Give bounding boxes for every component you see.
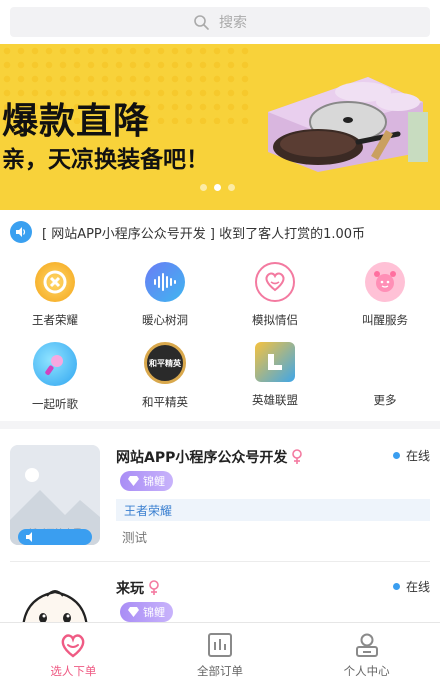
online-text: 在线: [405, 449, 430, 463]
speaker-icon: [26, 532, 32, 542]
promo-banner[interactable]: 爆款直降 亲，天凉换装备吧！: [0, 44, 440, 210]
hpjy-icon-text: 和平精英: [149, 358, 181, 368]
level-badge: 锦鲤: [120, 471, 173, 491]
avatar: [10, 578, 100, 622]
slide-dot[interactable]: [228, 184, 235, 191]
section-divider: [0, 421, 440, 429]
microphone-icon: [33, 342, 77, 386]
listing-card[interactable]: 来玩 在线 锦鲤: [0, 562, 440, 622]
online-dot: [392, 583, 400, 590]
speaker-icon: [10, 221, 32, 243]
banner-pagination: [200, 184, 235, 191]
category-lol[interactable]: 英雄联盟: [220, 336, 330, 416]
banner-title: 爆款直降: [2, 101, 151, 142]
alarm-icon: [365, 262, 405, 302]
listing-desc: 测试: [122, 530, 148, 545]
profile-icon: [355, 633, 378, 657]
female-icon: [292, 449, 303, 464]
banner-subtitle: 亲，天凉换装备吧！: [2, 147, 209, 173]
category-hpjy[interactable]: 和平精英 和平精英: [110, 336, 220, 416]
hpjy-icon: 和平精英: [144, 342, 186, 384]
category-label: 更多: [373, 393, 397, 407]
category-label: 暖心树洞: [142, 313, 188, 327]
wzry-icon: [35, 262, 75, 302]
category-wzry[interactable]: 王者荣耀: [0, 256, 110, 336]
online-text: 在线: [405, 580, 430, 594]
bedding-cookware-image: [268, 77, 428, 172]
orders-icon: [208, 633, 232, 657]
category-label: 王者荣耀: [32, 313, 78, 327]
category-couple[interactable]: 模拟情侣: [220, 256, 330, 336]
listing-card[interactable]: 暂时无法查看 网站APP小程序公众号开发 在线 锦鲤 王者荣耀 测试: [0, 429, 440, 561]
tab-label: 全部订单: [197, 664, 243, 678]
listing-name-text: 来玩: [116, 581, 144, 597]
couple-heart-icon: [255, 262, 295, 302]
badge-text: 锦鲤: [143, 606, 165, 619]
category-label: 和平精英: [142, 395, 188, 409]
category-tree-hole[interactable]: 暖心树洞: [110, 256, 220, 336]
level-badge: 锦鲤: [120, 602, 173, 622]
category-listen[interactable]: 一起听歌: [0, 336, 110, 416]
category-label: 英雄联盟: [252, 393, 298, 407]
category-label: 一起听歌: [32, 397, 78, 411]
search-placeholder: 搜索: [219, 15, 247, 31]
category-alarm[interactable]: 叫醒服务: [330, 256, 440, 336]
female-icon: [149, 580, 159, 595]
tab-all-orders[interactable]: 全部订单: [147, 623, 294, 686]
listing-name: 来玩: [116, 578, 160, 598]
category-label: 模拟情侣: [252, 313, 298, 327]
tab-label: 选人下单: [50, 664, 97, 678]
voice-play-button[interactable]: [18, 529, 92, 545]
online-status: 在线: [392, 447, 430, 464]
search-bar: 搜索: [0, 0, 440, 44]
category-grid: 王者荣耀 暖心树洞 模拟情侣 叫醒服务 一起听歌 和平精英 和平精英 英雄联盟: [0, 256, 440, 416]
search-input[interactable]: 搜索: [10, 7, 430, 37]
bottom-tabbar: 选人下单 全部订单 个人中心: [0, 622, 440, 686]
notice-text: [ 网站APP小程序公众号开发 ] 收到了客人打赏的1.00币: [42, 226, 366, 242]
more-icon: [365, 342, 405, 382]
tab-select-person[interactable]: 选人下单: [0, 623, 147, 686]
heart-icon: [62, 634, 85, 658]
badge-text: 锦鲤: [143, 475, 165, 488]
slide-dot-active[interactable]: [214, 184, 221, 191]
search-icon: [194, 15, 209, 30]
listing-name-text: 网站APP小程序公众号开发: [116, 450, 288, 466]
online-status: 在线: [392, 578, 430, 595]
online-dot: [392, 452, 400, 459]
tab-profile[interactable]: 个人中心: [293, 623, 440, 686]
slide-dot[interactable]: [200, 184, 207, 191]
category-label: 叫醒服务: [362, 313, 408, 327]
category-more[interactable]: 更多: [330, 336, 440, 416]
tree-hole-icon: [145, 262, 185, 302]
notice-bar: [ 网站APP小程序公众号开发 ] 收到了客人打赏的1.00币: [0, 216, 440, 248]
listing-name: 网站APP小程序公众号开发: [116, 447, 303, 467]
lol-icon: [255, 342, 295, 382]
game-tag-text: 王者荣耀: [124, 503, 173, 518]
tab-label: 个人中心: [343, 664, 390, 678]
game-tag: 王者荣耀: [116, 499, 430, 521]
bun-avatar-image: [22, 590, 88, 622]
diamond-icon: [128, 476, 139, 486]
diamond-icon: [128, 607, 139, 617]
